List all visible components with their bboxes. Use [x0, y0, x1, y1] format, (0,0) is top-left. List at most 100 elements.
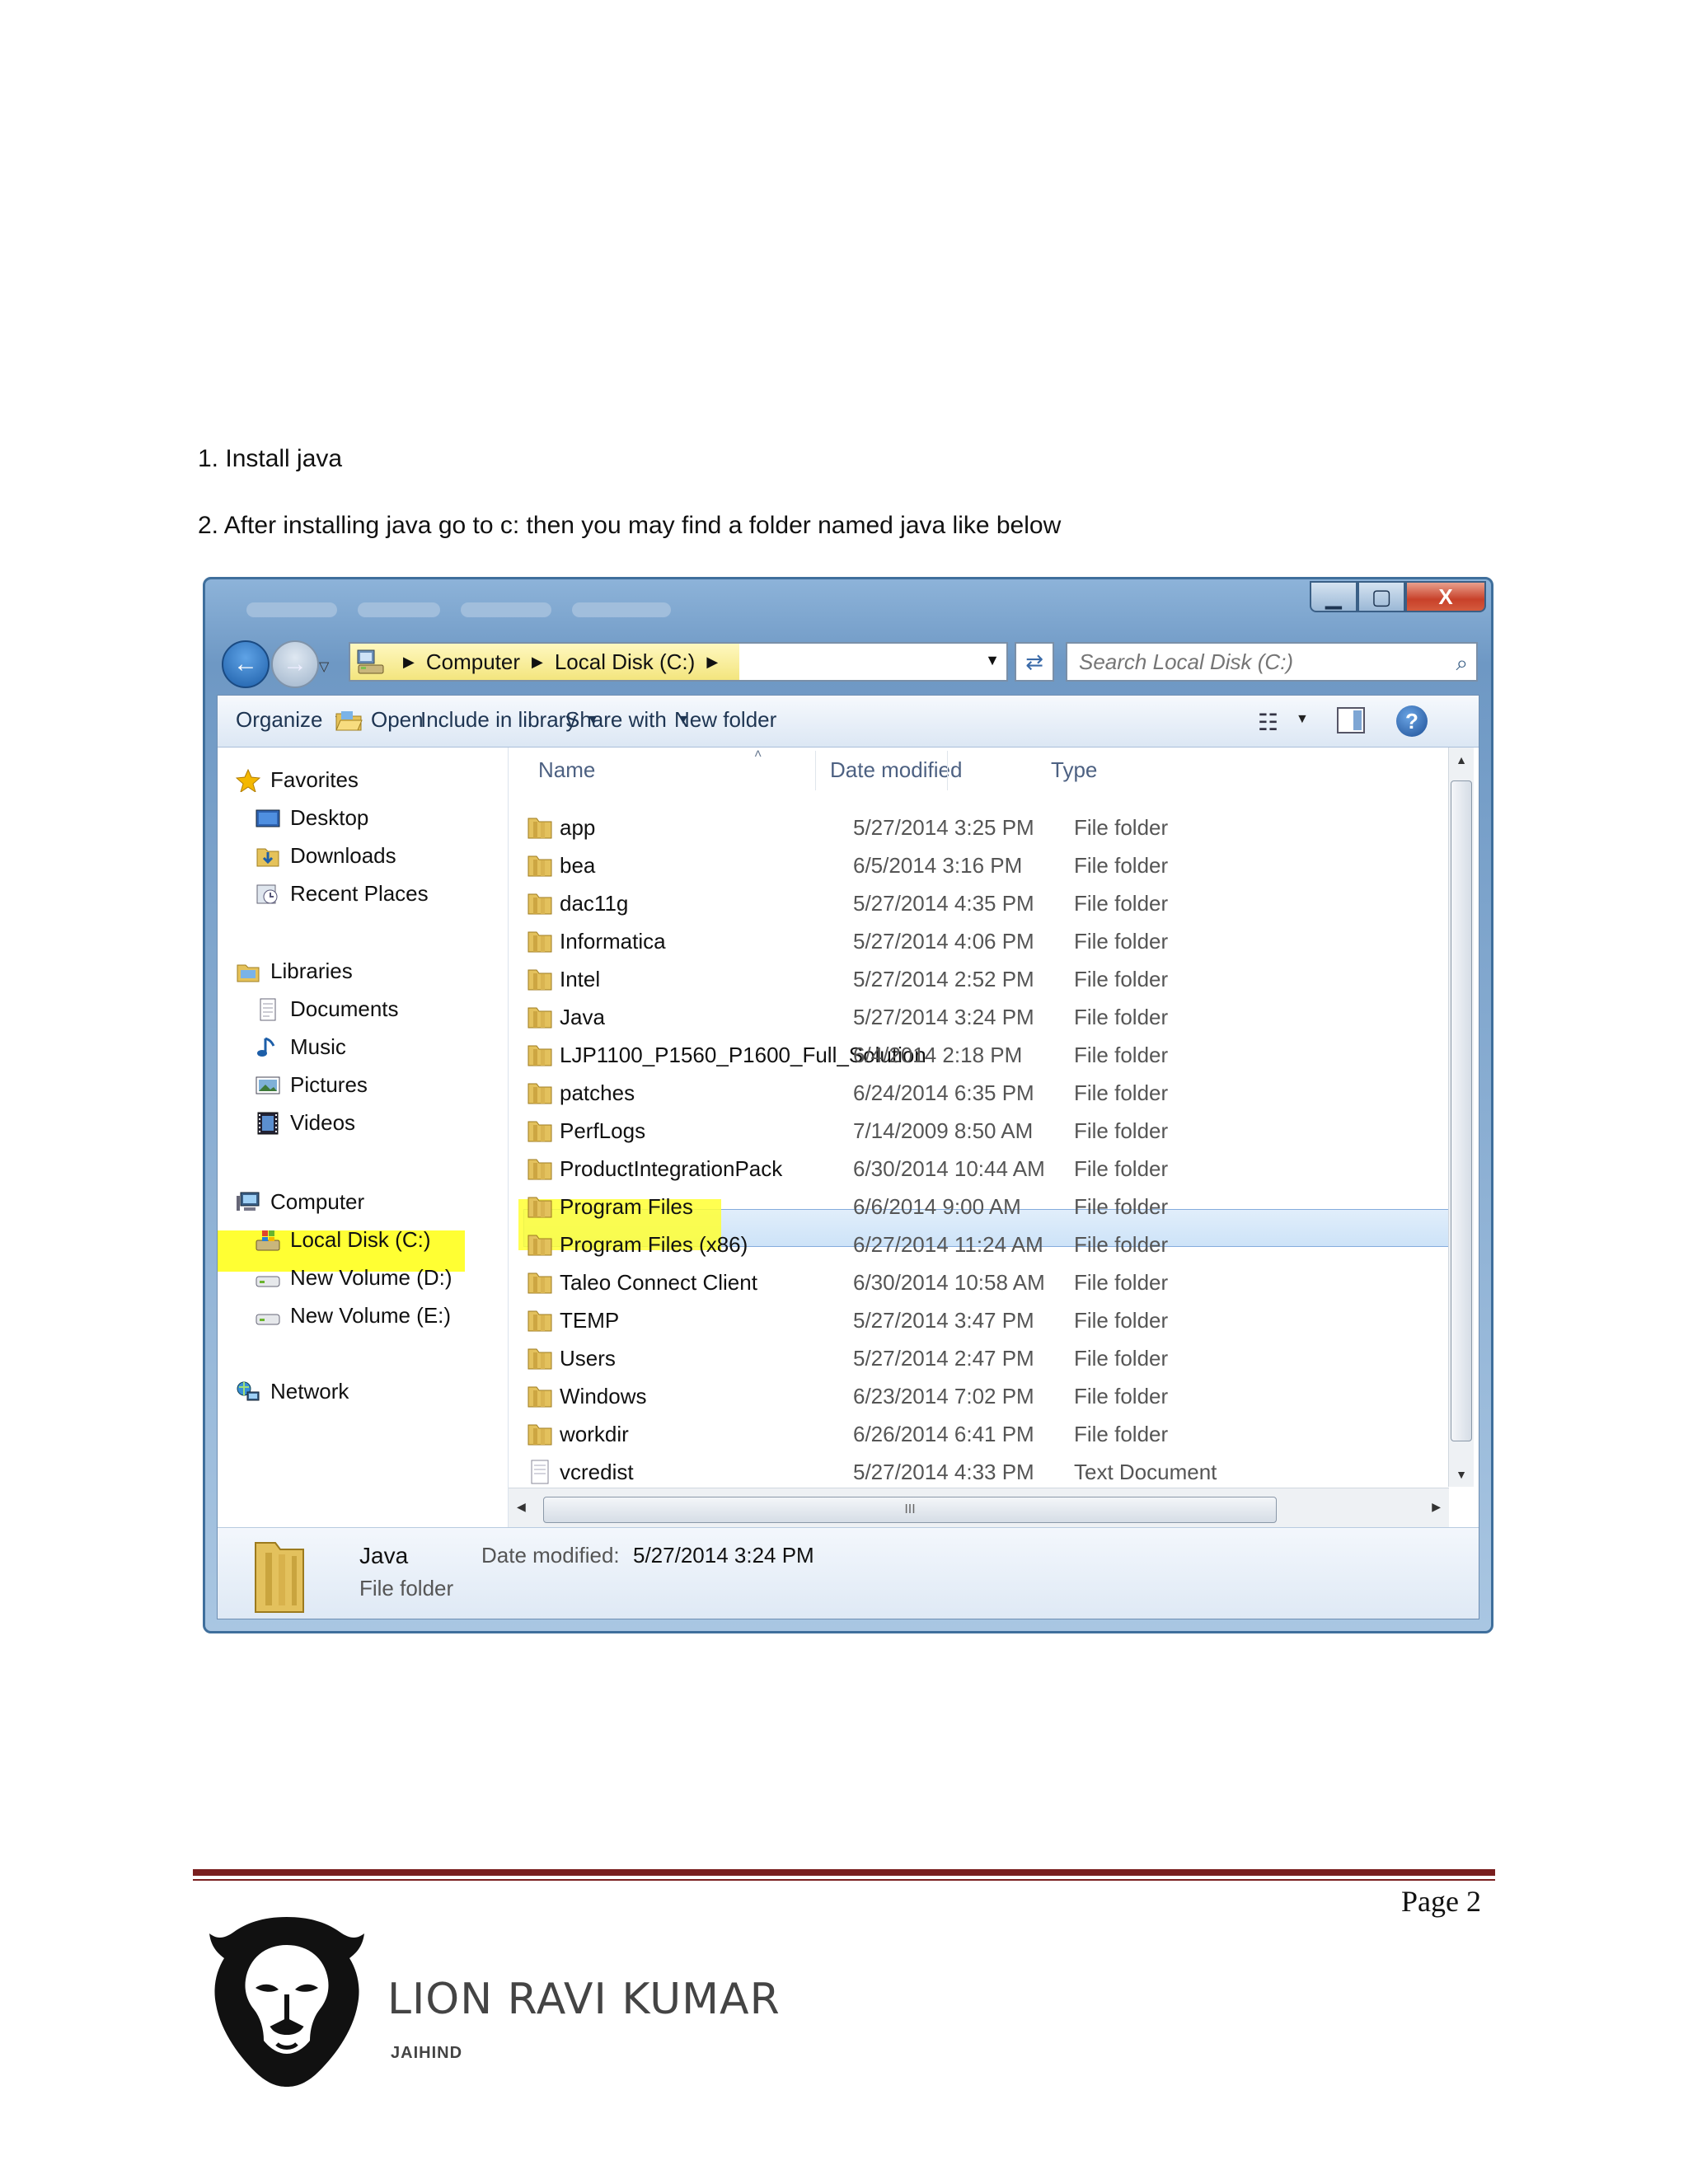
table-row[interactable]: ProductIntegrationPack 6/30/2014 10:44 AM…: [527, 1150, 1433, 1188]
desktop-icon: [256, 809, 280, 827]
nav-computer[interactable]: Computer: [236, 1189, 364, 1215]
breadcrumb-local-disk[interactable]: Local Disk (C:): [555, 649, 695, 675]
address-bar[interactable]: ▶ Computer ▶ Local Disk (C:) ▶ ▼: [349, 642, 1008, 682]
vertical-scrollbar[interactable]: ▲ ▼: [1448, 748, 1474, 1487]
help-button[interactable]: ?: [1396, 705, 1428, 737]
organize-button[interactable]: Organize ▼: [236, 707, 345, 733]
file-type: File folder: [1074, 891, 1169, 916]
file-date-modified: 5/27/2014 4:33 PM: [853, 1460, 1034, 1484]
folder-icon: [528, 1235, 552, 1256]
table-row[interactable]: vcredist 5/27/2014 4:33 PM Text Document: [527, 1453, 1433, 1491]
nav-new-volume-e[interactable]: New Volume (E:): [256, 1303, 451, 1329]
file-date-modified: 5/27/2014 2:52 PM: [853, 967, 1034, 991]
back-button[interactable]: ←: [222, 640, 270, 688]
file-date-modified: 5/27/2014 3:25 PM: [853, 815, 1034, 840]
table-row[interactable]: bea 6/5/2014 3:16 PM File folder: [527, 846, 1433, 884]
folder-icon: [528, 1197, 552, 1218]
nav-network[interactable]: Network: [236, 1379, 349, 1404]
folder-icon: [528, 931, 552, 953]
column-divider[interactable]: [815, 751, 816, 790]
table-row[interactable]: LJP1100_P1560_P1600_Full_Solution 6/4/201…: [527, 1036, 1433, 1074]
nav-documents[interactable]: Documents: [256, 996, 399, 1022]
scroll-down-icon[interactable]: ▼: [1449, 1462, 1474, 1487]
table-row[interactable]: dac11g 5/27/2014 4:35 PM File folder: [527, 884, 1433, 922]
star-icon: [236, 768, 260, 792]
table-row[interactable]: Program Files (x86) 6/27/2014 11:24 AM Fil…: [527, 1226, 1433, 1263]
refresh-icon: ⇄: [1025, 649, 1043, 674]
scroll-right-icon[interactable]: ▶: [1432, 1500, 1441, 1514]
table-row[interactable]: Java 5/27/2014 3:24 PM File folder: [527, 998, 1433, 1036]
nav-downloads[interactable]: Downloads: [256, 843, 396, 869]
horizontal-scrollbar[interactable]: ◀ III ▶: [509, 1488, 1449, 1528]
forward-button[interactable]: →: [271, 640, 319, 688]
recent-pages-dropdown-icon[interactable]: ▽: [319, 658, 329, 675]
maximize-button[interactable]: ▢: [1357, 581, 1405, 612]
details-type: File folder: [359, 1576, 454, 1601]
file-type: File folder: [1074, 1308, 1169, 1333]
table-row[interactable]: Informatica 5/27/2014 4:06 PM File folder: [527, 922, 1433, 960]
table-row[interactable]: PerfLogs 7/14/2009 8:50 AM File folder: [527, 1112, 1433, 1150]
nav-pictures[interactable]: Pictures: [256, 1072, 368, 1098]
change-view-icon[interactable]: ☷: [1258, 709, 1278, 736]
nav-favorites[interactable]: Favorites: [236, 767, 359, 793]
table-row[interactable]: Program Files 6/6/2014 9:00 AM File folder: [527, 1188, 1433, 1226]
nav-desktop[interactable]: Desktop: [256, 805, 368, 831]
network-icon: [237, 1381, 260, 1400]
sort-ascending-icon: ˄: [754, 748, 762, 762]
horizontal-scroll-thumb[interactable]: III: [543, 1497, 1277, 1523]
file-name: Informatica: [560, 929, 666, 954]
share-with-button[interactable]: Share with ▼: [565, 707, 690, 733]
close-button[interactable]: X: [1405, 581, 1486, 612]
nav-music[interactable]: Music: [256, 1034, 346, 1060]
preview-pane-button[interactable]: [1337, 707, 1365, 733]
folder-icon: [528, 893, 552, 915]
file-list: ˄ Name Date modified Type app 5/27/2014 3…: [509, 748, 1479, 1528]
drive-icon: [256, 1314, 280, 1324]
chevron-down-icon[interactable]: ▼: [1296, 712, 1309, 727]
file-date-modified: 6/27/2014 11:24 AM: [853, 1232, 1043, 1257]
column-divider[interactable]: [947, 751, 948, 790]
file-name: PerfLogs: [560, 1118, 646, 1143]
search-input[interactable]: [1077, 649, 1460, 676]
file-type: File folder: [1074, 1422, 1169, 1446]
nav-libraries[interactable]: Libraries: [236, 958, 353, 984]
computer-icon: [237, 1192, 260, 1211]
search-icon[interactable]: ⌕: [1456, 650, 1468, 677]
vertical-scroll-thumb[interactable]: [1451, 780, 1472, 1441]
table-row[interactable]: TEMP 5/27/2014 3:47 PM File folder: [527, 1301, 1433, 1339]
breadcrumb-separator-icon[interactable]: ▶: [403, 654, 415, 671]
table-row[interactable]: patches 6/24/2014 6:35 PM File folder: [527, 1074, 1433, 1112]
open-label: Open: [371, 707, 424, 732]
scroll-left-icon[interactable]: ◀: [517, 1500, 526, 1514]
file-type: File folder: [1074, 1346, 1169, 1371]
file-date-modified: 6/23/2014 7:02 PM: [853, 1384, 1034, 1408]
scroll-up-icon[interactable]: ▲: [1449, 748, 1474, 772]
refresh-button[interactable]: ⇄: [1015, 642, 1054, 682]
folder-icon: [528, 1348, 552, 1370]
table-row[interactable]: Users 5/27/2014 2:47 PM File folder: [527, 1339, 1433, 1377]
address-dropdown-icon[interactable]: ▼: [985, 652, 1000, 669]
table-row[interactable]: Taleo Connect Client 6/30/2014 10:58 AM Fi…: [527, 1263, 1433, 1301]
search-box[interactable]: ⌕: [1066, 642, 1478, 682]
column-header-type[interactable]: Type: [1051, 757, 1097, 783]
nav-recent-places[interactable]: Recent Places: [256, 881, 429, 907]
new-folder-button[interactable]: New folder: [674, 707, 776, 733]
table-row[interactable]: Windows 6/23/2014 7:02 PM File folder: [527, 1377, 1433, 1415]
open-button[interactable]: Open: [335, 707, 424, 733]
footer-rule: [193, 1869, 1495, 1876]
breadcrumb-computer[interactable]: Computer: [426, 649, 520, 675]
details-date-label: Date modified:: [481, 1543, 620, 1568]
table-row[interactable]: workdir 6/26/2014 6:41 PM File folder: [527, 1415, 1433, 1453]
breadcrumb-separator-icon[interactable]: ▶: [532, 654, 543, 671]
breadcrumb-separator-icon[interactable]: ▶: [706, 654, 718, 671]
column-header-name[interactable]: Name: [538, 757, 595, 783]
minimize-button[interactable]: ▁: [1310, 581, 1357, 612]
table-row[interactable]: app 5/27/2014 3:25 PM File folder: [527, 808, 1433, 846]
table-row[interactable]: Intel 5/27/2014 2:52 PM File folder: [527, 960, 1433, 998]
nav-new-volume-d[interactable]: New Volume (D:): [256, 1265, 452, 1291]
pictures-icon: [256, 1076, 280, 1094]
nav-local-disk[interactable]: Local Disk (C:): [256, 1227, 430, 1253]
column-header-date-modified[interactable]: Date modified: [830, 757, 962, 783]
nav-videos[interactable]: Videos: [256, 1110, 355, 1136]
organize-label: Organize: [236, 707, 323, 732]
